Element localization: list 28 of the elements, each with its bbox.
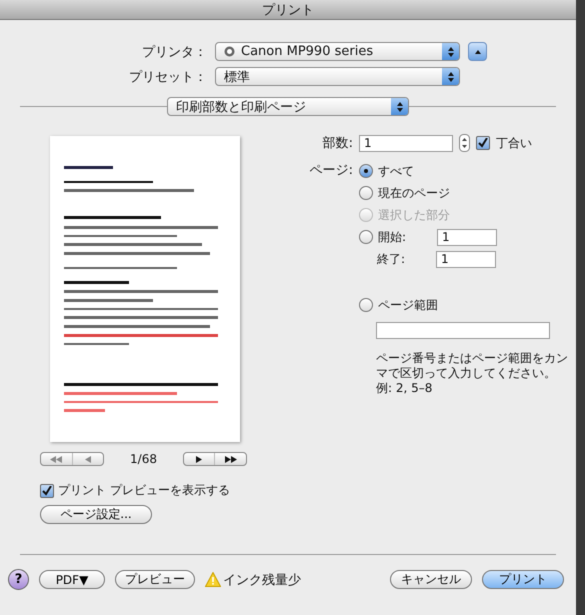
pdf-button[interactable]: PDF▼ xyxy=(39,570,105,589)
pages-label: ページ: xyxy=(308,162,353,180)
radio-label: ページ範囲 xyxy=(378,296,438,314)
print-button[interactable]: プリント xyxy=(482,570,564,589)
help-button[interactable]: ? xyxy=(8,569,29,590)
section-popup[interactable]: 印刷部数と印刷ページ xyxy=(167,97,409,116)
preset-popup[interactable]: 標準 xyxy=(215,67,460,86)
to-field[interactable]: 1 xyxy=(436,250,496,268)
radio-label: すべて xyxy=(378,162,414,180)
warning-text: インク残量少 xyxy=(223,572,301,588)
from-field[interactable]: 1 xyxy=(437,228,498,246)
copies-label: 部数: xyxy=(322,135,353,152)
printer-popup[interactable]: Canon MP990 series xyxy=(215,42,460,61)
copies-field[interactable]: 1 xyxy=(359,134,453,152)
radio-label: 開始: xyxy=(378,228,406,246)
preview-button[interactable]: プレビュー xyxy=(115,570,195,589)
page-range-hint: ページ番号またはページ範囲をカンマで区切って入力してください。 例: 2, 5–8 xyxy=(376,351,569,396)
to-label: 終了: xyxy=(377,250,406,268)
radio-label: 現在のページ xyxy=(378,184,450,202)
page-setup-button[interactable]: ページ設定... xyxy=(40,505,152,524)
printer-label: プリンタ： xyxy=(141,44,207,60)
radio-label: 選択した部分 xyxy=(378,206,450,224)
preset-label: プリセット： xyxy=(128,68,207,86)
window-title: プリント xyxy=(262,2,314,18)
page-indicator: 1/68 xyxy=(130,452,157,466)
collate-label: 丁合い xyxy=(496,134,532,152)
preview-checkbox-label: プリント プレビューを表示する xyxy=(58,482,230,499)
cancel-button[interactable]: キャンセル xyxy=(390,570,472,589)
